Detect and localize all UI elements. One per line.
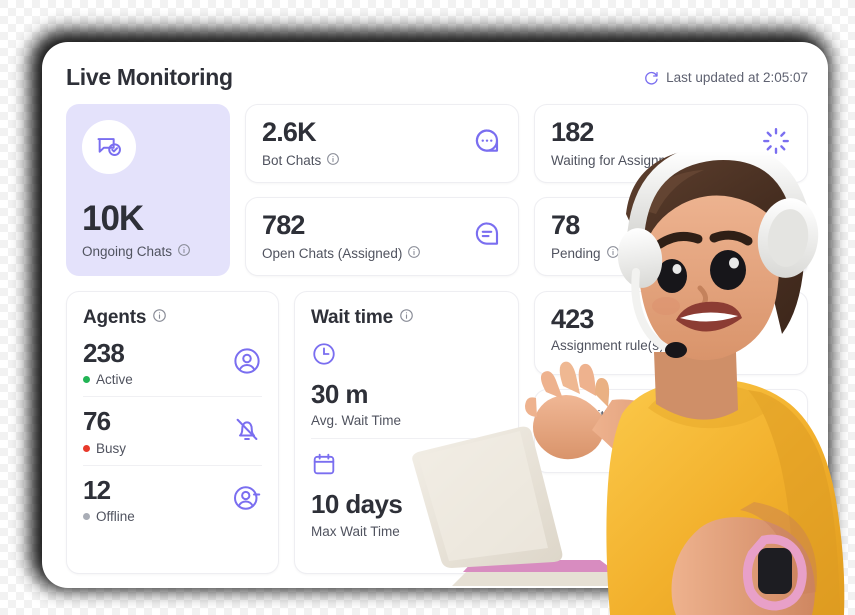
active-count: 238 <box>83 338 125 368</box>
agents-row-offline[interactable]: 12 Offline <box>83 464 262 533</box>
chat-lines-icon <box>472 219 502 254</box>
info-icon[interactable] <box>606 245 620 262</box>
avg-waiting-response-label: Avg Waiting Resp <box>551 408 658 423</box>
right-metrics-column: 423 Assignment rule(s) Avg Waiting Resp <box>534 291 808 574</box>
pending-value: 78 <box>551 210 580 241</box>
info-icon[interactable] <box>694 152 708 169</box>
waiting-assignment-label: Waiting for Assignment <box>551 152 689 168</box>
ongoing-chats-label: Ongoing Chats <box>82 244 173 259</box>
wait-time-panel: Wait time 30 m Avg. Wait Time 10 days Ma… <box>294 291 519 574</box>
avg-waiting-response-card[interactable]: Avg Waiting Resp <box>534 389 808 473</box>
busy-status-group: Busy <box>83 441 126 456</box>
open-chats-label: Open Chats (Assigned) <box>262 245 403 261</box>
page-title: Live Monitoring <box>66 64 233 90</box>
offline-count: 12 <box>83 474 111 505</box>
status-dot-active <box>83 376 90 384</box>
active-status-label: Active <box>96 372 133 388</box>
open-chats-card[interactable]: 782 Open Chats (Assigned) <box>245 197 519 276</box>
chat-check-icon <box>82 120 136 174</box>
assignment-rules-card[interactable]: 423 Assignment rule(s) <box>534 291 808 375</box>
waiting-assignment-label-group: Waiting for Assignment <box>551 152 708 169</box>
info-icon[interactable] <box>177 243 191 260</box>
refresh-icon[interactable] <box>643 70 659 86</box>
status-dot-offline <box>83 512 90 520</box>
open-chats-label-group: Open Chats (Assigned) <box>262 245 421 262</box>
agents-title: Agents <box>83 307 147 328</box>
bot-chats-label-group: Bot Chats <box>262 152 340 169</box>
info-icon[interactable] <box>399 307 414 329</box>
info-icon[interactable] <box>326 152 340 169</box>
bot-chats-label: Bot Chats <box>262 152 322 168</box>
active-status-group: Active <box>83 372 133 387</box>
pending-card[interactable]: 78 Pending <box>534 197 808 276</box>
agents-row-active[interactable]: 238 Active <box>83 329 262 396</box>
bell-off-icon <box>232 414 262 449</box>
calendar-icon <box>311 454 337 481</box>
offline-status-label: Offline <box>96 508 135 524</box>
user-circle-icon <box>232 346 262 381</box>
panels-row: Agents 238 Active 76 Busy 12 Offline Wai… <box>66 291 808 574</box>
chat-dots-icon <box>472 126 502 161</box>
spinner-icon <box>761 126 791 161</box>
panel-header: Live Monitoring Last updated at 2:05:07 <box>66 64 808 91</box>
bot-chats-card[interactable]: 2.6K Bot Chats <box>245 104 519 183</box>
busy-count: 76 <box>83 406 111 437</box>
pending-label-group: Pending <box>551 245 620 262</box>
assignment-rules-value: 423 <box>551 304 594 334</box>
info-icon[interactable] <box>152 307 167 329</box>
assignment-rules-label: Assignment rule(s) <box>551 338 664 354</box>
last-updated-group[interactable]: Last updated at 2:05:07 <box>643 70 808 86</box>
agents-panel: Agents 238 Active 76 Busy 12 Offline <box>66 291 279 574</box>
waiting-assignment-value: 182 <box>551 117 594 148</box>
user-minus-icon <box>232 483 262 518</box>
last-updated-text: Last updated at 2:05:07 <box>666 70 808 85</box>
hero-column: 10K Ongoing Chats <box>66 104 230 276</box>
offline-status-group: Offline <box>83 509 135 524</box>
stats-row: 10K Ongoing Chats 2.6K Bot Chats 782 Ope… <box>66 104 808 276</box>
bot-chats-value: 2.6K <box>262 117 317 148</box>
status-dot-busy <box>83 444 90 452</box>
open-chats-value: 782 <box>262 210 305 241</box>
ongoing-chats-card[interactable]: 10K Ongoing Chats <box>66 104 230 276</box>
avg-wait-block: 30 m Avg. Wait Time <box>311 329 502 438</box>
max-wait-label: Max Wait Time <box>311 523 400 539</box>
ongoing-chats-label-group: Ongoing Chats <box>82 243 214 260</box>
screenshot-stage: Live Monitoring Last updated at 2:05:07 <box>0 0 855 615</box>
wait-time-title: Wait time <box>311 307 393 328</box>
info-icon[interactable] <box>407 245 421 262</box>
pending-label: Pending <box>551 245 601 261</box>
avg-wait-label: Avg. Wait Time <box>311 413 402 429</box>
agents-title-group: Agents <box>83 307 262 329</box>
live-monitoring-panel: Live Monitoring Last updated at 2:05:07 <box>42 42 828 588</box>
clock-icon <box>311 343 337 371</box>
max-wait-block: 10 days Max Wait Time <box>311 438 502 548</box>
busy-status-label: Busy <box>96 440 127 456</box>
avg-wait-value: 30 m <box>311 379 368 409</box>
max-wait-value: 10 days <box>311 489 403 520</box>
clock-dashed-icon <box>761 219 791 254</box>
wait-time-title-group: Wait time <box>311 307 502 329</box>
dashboard-grid: 10K Ongoing Chats 2.6K Bot Chats 782 Ope… <box>66 104 808 574</box>
right-stats-column: 182 Waiting for Assignment 78 Pending <box>534 104 808 276</box>
middle-stats-column: 2.6K Bot Chats 782 Open Chats (Assigned) <box>245 104 519 276</box>
agents-row-busy[interactable]: 76 Busy <box>83 396 262 464</box>
ongoing-chats-value: 10K <box>82 199 144 238</box>
waiting-assignment-card[interactable]: 182 Waiting for Assignment <box>534 104 808 183</box>
